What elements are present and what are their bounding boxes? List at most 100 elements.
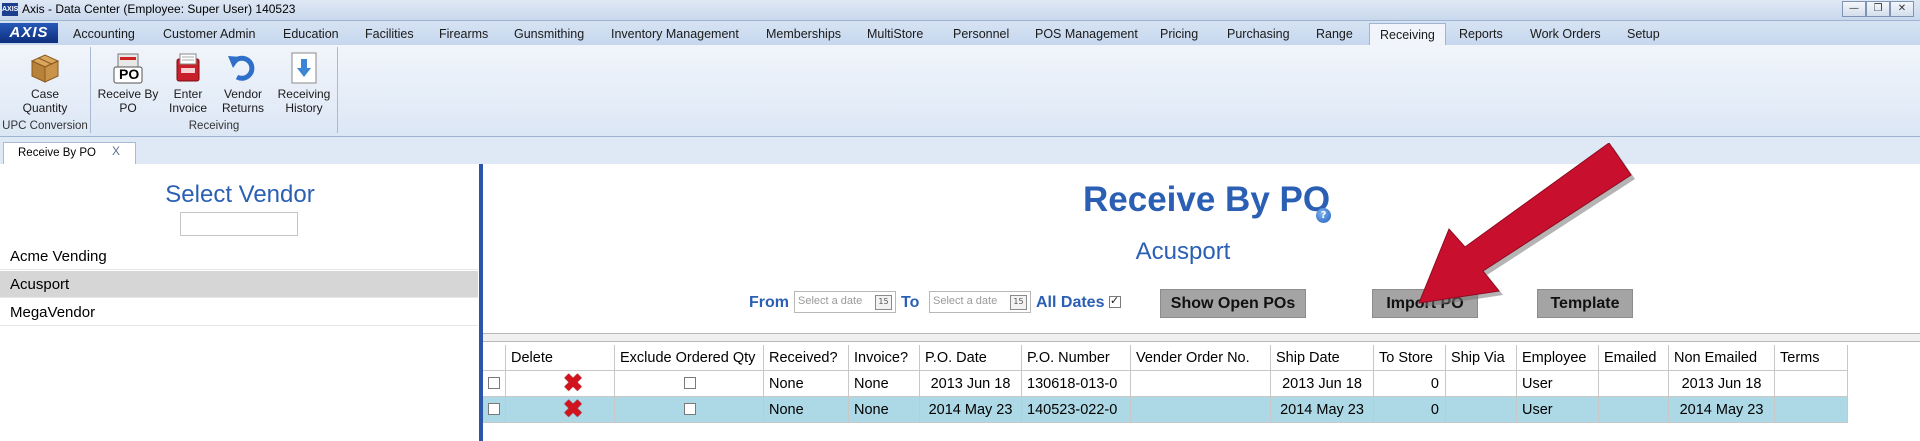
vendor-panel: Select Vendor Acme Vending Acusport Mega… xyxy=(0,164,480,441)
template-button[interactable]: Template xyxy=(1537,289,1633,318)
emailed-cell xyxy=(1599,397,1669,423)
to-date-placeholder: Select a date xyxy=(933,295,998,307)
case-quantity-label: Case Quantity xyxy=(22,87,68,115)
column-header-emailed[interactable]: Emailed xyxy=(1599,345,1669,371)
po-grid: Delete Exclude Ordered Qty Received? Inv… xyxy=(483,345,1920,441)
receive-by-po-panel: Receive By PO ? Acusport From Select a d… xyxy=(483,164,1920,441)
column-header-delete[interactable]: Delete xyxy=(506,345,615,371)
download-history-icon xyxy=(286,51,322,85)
received-cell: None xyxy=(764,371,849,397)
doc-tab-label: Receive By PO xyxy=(18,147,96,159)
row-select-cell xyxy=(483,397,506,423)
exclude-ordered-qty-checkbox[interactable] xyxy=(684,377,696,389)
vendor-item-acusport[interactable]: Acusport xyxy=(0,271,478,298)
calendar-icon[interactable]: 15 xyxy=(1010,295,1027,310)
exclude-ordered-qty-checkbox[interactable] xyxy=(684,403,696,415)
tab-firearms[interactable]: Firearms xyxy=(439,25,488,45)
tab-pos-management[interactable]: POS Management xyxy=(1035,25,1138,45)
column-header-terms[interactable]: Terms xyxy=(1775,345,1848,371)
ribbon: Case Quantity UPC Conversion PO Receive … xyxy=(0,45,1920,137)
column-header-po-date[interactable]: P.O. Date xyxy=(920,345,1022,371)
return-arrow-icon xyxy=(225,51,261,85)
column-header-invoice[interactable]: Invoice? xyxy=(849,345,920,371)
column-header-ship-date[interactable]: Ship Date xyxy=(1271,345,1374,371)
vendor-returns-button[interactable]: Vendor Returns xyxy=(216,51,270,115)
close-icon[interactable]: ✕ xyxy=(1890,1,1914,17)
tab-facilities[interactable]: Facilities xyxy=(365,25,414,45)
employee-cell: User xyxy=(1517,371,1599,397)
document-tab-strip: Receive By PO X xyxy=(0,137,1920,164)
row-select-checkbox[interactable] xyxy=(488,403,500,415)
column-header-exclude-ordered-qty[interactable]: Exclude Ordered Qty xyxy=(615,345,764,371)
tab-inventory-management[interactable]: Inventory Management xyxy=(611,25,739,45)
selected-vendor-name: Acusport xyxy=(1135,238,1231,265)
tab-gunsmithing[interactable]: Gunsmithing xyxy=(514,25,584,45)
tab-reports[interactable]: Reports xyxy=(1459,25,1503,45)
tab-range[interactable]: Range xyxy=(1316,25,1353,45)
column-header-received[interactable]: Received? xyxy=(764,345,849,371)
select-vendor-title: Select Vendor xyxy=(165,181,315,208)
tab-purchasing[interactable]: Purchasing xyxy=(1227,25,1290,45)
tab-pricing[interactable]: Pricing xyxy=(1160,25,1198,45)
tab-receiving[interactable]: Receiving xyxy=(1369,23,1446,46)
delete-icon[interactable]: ✖ xyxy=(562,372,584,396)
tab-accounting[interactable]: Accounting xyxy=(73,25,135,45)
ribbon-separator xyxy=(337,47,338,133)
column-header-po-number[interactable]: P.O. Number xyxy=(1022,345,1131,371)
table-row[interactable]: ✖ None None 2014 May 23 140523-022-0 201… xyxy=(483,397,1848,423)
delete-cell: ✖ xyxy=(506,371,615,397)
non-emailed-cell: 2014 May 23 xyxy=(1669,397,1775,423)
enter-invoice-button[interactable]: Enter Invoice xyxy=(162,51,214,115)
tab-setup[interactable]: Setup xyxy=(1627,25,1660,45)
all-dates-checkbox[interactable] xyxy=(1109,294,1121,308)
vendor-item-megavendor[interactable]: MegaVendor xyxy=(0,299,478,326)
column-header-ship-via[interactable]: Ship Via xyxy=(1446,345,1517,371)
column-header-to-store[interactable]: To Store xyxy=(1374,345,1446,371)
import-po-button[interactable]: Import PO xyxy=(1372,289,1478,318)
ship-date-cell: 2013 Jun 18 xyxy=(1271,371,1374,397)
close-tab-icon[interactable]: X xyxy=(112,141,120,161)
tab-multistore[interactable]: MultiStore xyxy=(867,25,923,45)
doc-tab-receive-by-po[interactable]: Receive By PO X xyxy=(3,142,136,164)
vendor-search-input[interactable] xyxy=(180,212,298,236)
vender-order-no-cell[interactable] xyxy=(1131,371,1271,397)
terms-cell xyxy=(1775,397,1848,423)
receiving-history-button[interactable]: Receiving History xyxy=(272,51,336,115)
po-number-cell: 130618-013-0 xyxy=(1022,371,1131,397)
from-date-input[interactable]: Select a date 15 xyxy=(794,291,896,313)
help-icon[interactable]: ? xyxy=(1316,208,1331,223)
case-quantity-button[interactable]: Case Quantity xyxy=(12,51,78,115)
calendar-icon[interactable]: 15 xyxy=(875,295,892,310)
restore-icon[interactable]: ❐ xyxy=(1866,1,1890,17)
tab-customer-admin[interactable]: Customer Admin xyxy=(163,25,255,45)
group-label-upc-conversion: UPC Conversion xyxy=(2,120,88,132)
tab-personnel[interactable]: Personnel xyxy=(953,25,1009,45)
show-open-pos-button[interactable]: Show Open POs xyxy=(1160,289,1306,318)
tab-education[interactable]: Education xyxy=(283,25,339,45)
vender-order-no-cell[interactable] xyxy=(1131,397,1271,423)
receive-by-po-button[interactable]: PO Receive By PO xyxy=(96,51,160,115)
to-store-cell: 0 xyxy=(1374,371,1446,397)
tab-work-orders[interactable]: Work Orders xyxy=(1530,25,1601,45)
po-date-cell: 2013 Jun 18 xyxy=(920,371,1022,397)
tab-memberships[interactable]: Memberships xyxy=(766,25,841,45)
to-date-input[interactable]: Select a date 15 xyxy=(929,291,1031,313)
invoice-icon xyxy=(170,51,206,85)
column-header-vender-order-no[interactable]: Vender Order No. xyxy=(1131,345,1271,371)
row-select-checkbox[interactable] xyxy=(488,377,500,389)
enter-invoice-label: Enter Invoice xyxy=(168,87,208,115)
delete-icon[interactable]: ✖ xyxy=(562,398,584,422)
minimize-icon[interactable]: — xyxy=(1842,1,1866,17)
table-row[interactable]: ✖ None None 2013 Jun 18 130618-013-0 201… xyxy=(483,371,1848,397)
column-header-employee[interactable]: Employee xyxy=(1517,345,1599,371)
column-header-non-emailed[interactable]: Non Emailed xyxy=(1669,345,1775,371)
title-bar: AXIS Axis - Data Center (Employee: Super… xyxy=(0,0,1920,21)
ship-date-cell: 2014 May 23 xyxy=(1271,397,1374,423)
from-date-placeholder: Select a date xyxy=(798,295,863,307)
invoice-cell: None xyxy=(849,397,920,423)
axis-logo: AXIS xyxy=(0,23,58,43)
ship-via-cell xyxy=(1446,397,1517,423)
vendor-item-acme-vending[interactable]: Acme Vending xyxy=(0,243,478,270)
terms-cell xyxy=(1775,371,1848,397)
horizontal-scrollbar[interactable] xyxy=(483,333,1920,342)
